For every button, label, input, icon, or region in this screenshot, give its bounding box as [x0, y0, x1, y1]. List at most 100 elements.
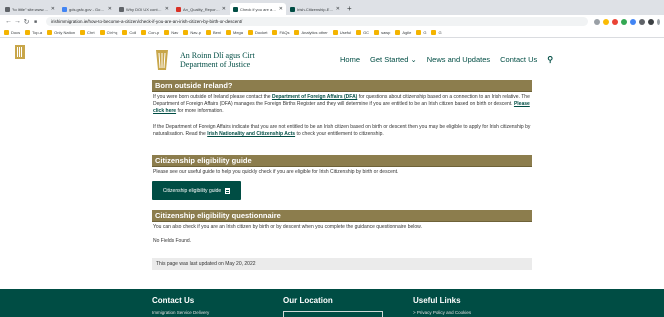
browser-tab[interactable]: Irish-Citizenship-Eligibility-Guid...✕: [287, 3, 343, 15]
bookmark-folder-icon: [416, 30, 422, 35]
bookmark-item[interactable]: Coll: [122, 30, 136, 35]
harp-logo-icon: [156, 50, 168, 70]
chevron-down-icon: ⌄: [410, 55, 417, 64]
bookmark-item[interactable]: G: [431, 30, 442, 35]
profile-avatar[interactable]: [648, 18, 654, 25]
bookmark-item[interactable]: Docket: [248, 30, 267, 35]
bookmark-folder-icon: [294, 30, 300, 35]
tab-favicon-icon: [119, 6, 124, 12]
browser-tab[interactable]: An_Quality_Report_21_n75...✕: [173, 3, 229, 15]
bookmark-folder-icon: [395, 30, 401, 35]
bookmark-item[interactable]: Beni: [205, 30, 221, 35]
extension-icon[interactable]: [594, 18, 600, 25]
bookmark-item[interactable]: Chrt: [80, 30, 95, 35]
menu-icon[interactable]: [657, 18, 660, 25]
nav-get-started-label: Get Started: [370, 55, 409, 64]
bookmark-folder-icon: [205, 30, 211, 35]
bookmark-label: Con-p: [148, 30, 160, 35]
close-tab-icon[interactable]: ✕: [222, 6, 226, 12]
bookmark-item[interactable]: Nav: [164, 30, 178, 35]
browser-tab[interactable]: Why DOI UX content should ac...✕: [116, 3, 172, 15]
close-tab-icon[interactable]: ✕: [108, 6, 112, 12]
site-footer: Contact Us Immigration Service Delivery …: [0, 289, 664, 317]
footer-location: Our Location: [283, 296, 333, 305]
close-tab-icon[interactable]: ✕: [336, 6, 340, 12]
bookmark-label: Nav: [171, 30, 179, 35]
forward-icon[interactable]: →: [13, 18, 22, 25]
bookmark-item[interactable]: G: [416, 30, 426, 35]
bookmark-folder-icon: [431, 30, 437, 35]
tab-favicon-icon: [62, 6, 67, 12]
section-heading-born-outside: Born outside Ireland?: [152, 80, 532, 92]
bookmark-item[interactable]: FAQs: [272, 30, 289, 35]
bookmark-item[interactable]: Nav-p: [183, 30, 201, 35]
address-bar[interactable]: irishimmigration.ie/how-to-become-a-citi…: [46, 17, 588, 26]
extension-icon[interactable]: [639, 18, 645, 25]
bookmark-label: FAQs: [279, 30, 290, 35]
bookmark-folder-icon: [183, 30, 189, 35]
extension-icon[interactable]: [630, 18, 636, 25]
back-icon[interactable]: ←: [4, 18, 13, 25]
footer-contact-sub[interactable]: Immigration Service Delivery: [152, 310, 209, 315]
document-icon: [225, 187, 231, 194]
bookmark-label: sawp: [381, 30, 391, 35]
footer-location-heading: Our Location: [283, 296, 333, 305]
lock-icon[interactable]: ■: [31, 19, 40, 25]
bookmark-item[interactable]: Agile: [395, 30, 411, 35]
bookmark-item[interactable]: Ctrl+q: [99, 30, 118, 35]
bookmark-folder-icon: [4, 30, 9, 35]
bookmark-item[interactable]: GC: [356, 30, 369, 35]
close-tab-icon[interactable]: ✕: [51, 6, 55, 12]
extension-icon[interactable]: [621, 18, 627, 25]
bookmark-label: Ctrl+q: [106, 30, 118, 35]
browser-tab[interactable]: gds.gsfc.gov - Google Search✕: [59, 3, 115, 15]
born-outside-paragraph-2: If the Department of Foreign Affairs ind…: [153, 124, 531, 137]
bookmark-label: Useful: [339, 30, 352, 35]
new-tab-button[interactable]: +: [347, 3, 352, 15]
bookmark-folder-icon: [25, 30, 31, 35]
bookmark-folder-icon: [374, 30, 380, 35]
harp-corner-icon: [15, 45, 25, 59]
bookmark-folder-icon: [80, 30, 86, 35]
privacy-policy-link[interactable]: > Privacy Policy and Cookies: [413, 310, 471, 315]
browser-tab-active[interactable]: Check if you are an Irish citizen...✕: [230, 3, 286, 15]
dfa-link[interactable]: Department of Foreign Affairs (DFA): [272, 94, 357, 100]
section-heading-guide: Citizenship eligibility guide: [152, 155, 532, 167]
bookmark-label: Coll: [129, 30, 137, 35]
bookmark-item[interactable]: Analytics other: [294, 30, 328, 35]
bookmark-item[interactable]: Top-a: [25, 30, 42, 35]
browser-tab-strip: "to little" site:www.space-Fengrse...✕ g…: [0, 0, 664, 15]
bookmark-folder-icon: [122, 30, 128, 35]
extension-icon[interactable]: [612, 18, 618, 25]
nav-get-started[interactable]: Get Started ⌄: [370, 55, 417, 64]
bookmark-item[interactable]: Only Nation: [47, 30, 75, 35]
bookmark-folder-icon: [47, 30, 53, 35]
section-heading-questionnaire: Citizenship eligibility questionnaire: [152, 210, 532, 222]
bookmark-item[interactable]: Useful: [332, 30, 352, 35]
close-tab-icon[interactable]: ✕: [165, 6, 169, 12]
nav-home[interactable]: Home: [340, 55, 360, 64]
extension-icon[interactable]: [603, 18, 609, 25]
reload-icon[interactable]: ↻: [22, 18, 31, 26]
browser-tab[interactable]: "to little" site:www.space-Fengrse...✕: [2, 3, 58, 15]
tab-favicon-icon: [5, 6, 10, 12]
close-tab-icon[interactable]: ✕: [279, 6, 283, 12]
department-logo[interactable]: An Roinn Dlí agus Cirt Department of Jus…: [150, 48, 255, 72]
footer-contact: Contact Us Immigration Service Delivery: [152, 296, 209, 315]
bookmarks-bar: Docs Top-a Only Nation Chrt Ctrl+q Coll Con-p N…: [0, 28, 664, 38]
bookmark-item[interactable]: sawp: [374, 30, 390, 35]
citizenship-acts-link[interactable]: Irish Nationality and Citizenship Acts: [207, 131, 295, 137]
bookmark-label: Docket: [255, 30, 268, 35]
bookmark-label: Docs: [11, 30, 21, 35]
department-name-english: Department of Justice: [180, 60, 251, 69]
bookmark-folder-icon: [141, 30, 147, 35]
bookmark-item[interactable]: Docs: [4, 30, 20, 35]
nav-news-and-updates[interactable]: News and Updates: [427, 55, 490, 64]
bookmark-label: Only Nation: [54, 30, 76, 35]
citizenship-guide-button[interactable]: Citizenship eligibility guide: [152, 181, 241, 200]
bookmark-item[interactable]: Con-p: [141, 30, 159, 35]
bookmark-folder-icon: [356, 30, 362, 35]
search-icon[interactable]: ⚲: [547, 55, 553, 64]
nav-contact-us[interactable]: Contact Us: [500, 55, 537, 64]
bookmark-item[interactable]: Mega: [226, 30, 243, 35]
